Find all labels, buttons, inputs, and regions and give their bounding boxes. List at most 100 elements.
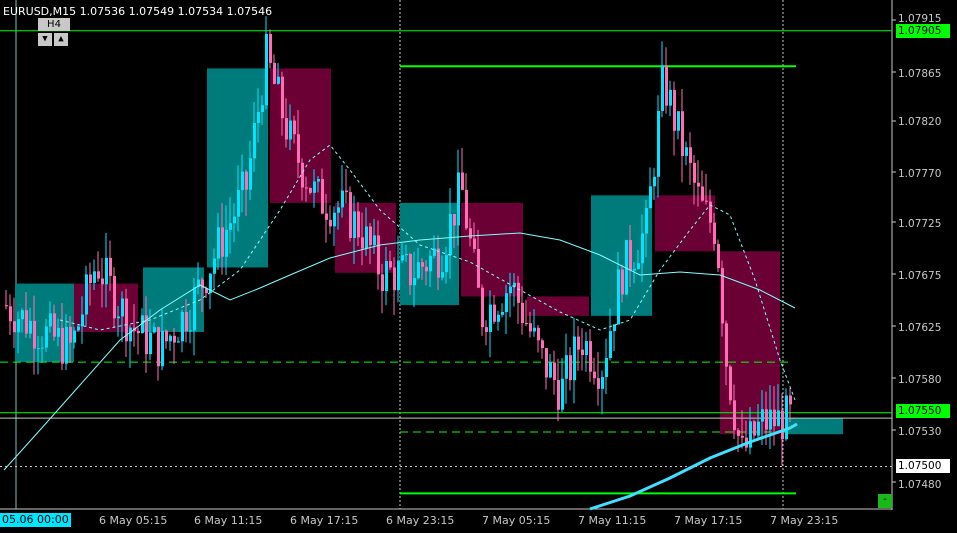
price-candle [137, 330, 140, 334]
time-axis-label: 6 May 11:15 [194, 514, 263, 527]
chart-window[interactable]: EURUSD,M15 1.07536 1.07549 1.07534 1.075… [0, 0, 957, 533]
price-candle [81, 314, 84, 327]
price-candle [353, 211, 356, 238]
price-candle [273, 62, 276, 84]
price-candle [465, 189, 468, 229]
time-axis-label: 7 May 05:15 [482, 514, 551, 527]
price-axis-label: 1.07820 [898, 116, 942, 128]
price-candle [673, 89, 676, 131]
price-badge-level: 1.07500 [896, 459, 950, 473]
price-candle [377, 235, 380, 275]
price-candle [765, 409, 768, 430]
price-candle [657, 110, 660, 177]
price-candle [685, 147, 688, 156]
price-candle [73, 330, 76, 343]
price-candle [665, 65, 668, 106]
price-candle [345, 190, 348, 193]
price-candle [41, 347, 44, 349]
chart-canvas[interactable] [0, 0, 957, 533]
price-candle [469, 228, 472, 239]
time-axis-badge: 05.06 00:00 [0, 513, 71, 527]
price-candle [453, 214, 456, 226]
price-candle [337, 207, 340, 213]
price-candle [325, 213, 328, 220]
price-candle [57, 327, 60, 337]
price-candle [761, 409, 764, 422]
price-candle [165, 330, 168, 342]
price-candle [573, 336, 576, 381]
price-candle [521, 302, 524, 324]
price-candle [457, 172, 460, 226]
price-candle [101, 278, 104, 285]
price-axis-label: 1.07675 [898, 270, 942, 282]
price-candle [713, 222, 716, 244]
price-candle [45, 326, 48, 348]
price-candle [169, 335, 172, 342]
price-candle [189, 330, 192, 332]
timeframe-up-icon[interactable]: ▲ [54, 33, 68, 46]
price-candle [357, 211, 360, 238]
time-axis-label: 6 May 23:15 [386, 514, 455, 527]
price-axis-label: 1.07530 [898, 426, 942, 438]
price-candle [613, 324, 616, 332]
price-candle [305, 187, 308, 189]
price-candle [369, 226, 372, 246]
price-candle [237, 190, 240, 217]
price-candle [5, 305, 8, 307]
price-candle [617, 269, 620, 325]
collapse-button[interactable]: - [878, 494, 892, 508]
price-candle [701, 186, 704, 201]
price-candle [541, 340, 544, 349]
price-candle [505, 293, 508, 313]
price-candle [677, 111, 680, 131]
price-candle [217, 227, 220, 259]
price-candle [157, 327, 160, 367]
price-candle [425, 266, 428, 272]
price-candle [493, 304, 496, 322]
price-candle [461, 172, 464, 190]
timeframe-label: H4 [38, 18, 70, 31]
price-candle [153, 327, 156, 333]
price-candle [173, 335, 176, 343]
timeframe-down-icon[interactable]: ▼ [38, 33, 52, 46]
price-candle [109, 257, 112, 276]
price-candle [13, 321, 16, 333]
price-candle [637, 263, 640, 269]
price-candle [585, 341, 588, 355]
timeframe-widget: H4 ▼ ▲ [38, 18, 70, 48]
price-candle [233, 216, 236, 224]
price-candle [365, 226, 368, 249]
price-candle [549, 362, 552, 378]
price-candle [257, 112, 260, 123]
price-candle [269, 33, 272, 63]
price-candle [341, 190, 344, 208]
price-candle [737, 430, 740, 436]
price-candle [533, 327, 536, 332]
price-candle [121, 298, 124, 317]
price-candle [225, 229, 228, 257]
price-candle [397, 260, 400, 291]
price-candle [785, 395, 788, 440]
price-candle [21, 310, 24, 320]
price-axis-label: 1.07770 [898, 168, 942, 180]
price-candle [253, 122, 256, 159]
price-candle [681, 111, 684, 156]
price-candle [697, 182, 700, 187]
price-candle [693, 162, 696, 183]
time-axis-label: 6 May 05:15 [99, 514, 168, 527]
price-candle [485, 327, 488, 332]
price-candle [529, 323, 532, 332]
price-candle [313, 181, 316, 193]
price-candle [393, 267, 396, 291]
price-candle [589, 341, 592, 372]
h4-block [527, 296, 589, 316]
price-candle [489, 304, 492, 332]
price-candle [113, 275, 116, 319]
price-candle [509, 286, 512, 294]
price-candle [65, 326, 68, 364]
price-candle [69, 326, 72, 343]
price-candle [669, 89, 672, 106]
price-candle [93, 271, 96, 283]
price-candle [49, 313, 52, 327]
price-candle [569, 355, 572, 381]
